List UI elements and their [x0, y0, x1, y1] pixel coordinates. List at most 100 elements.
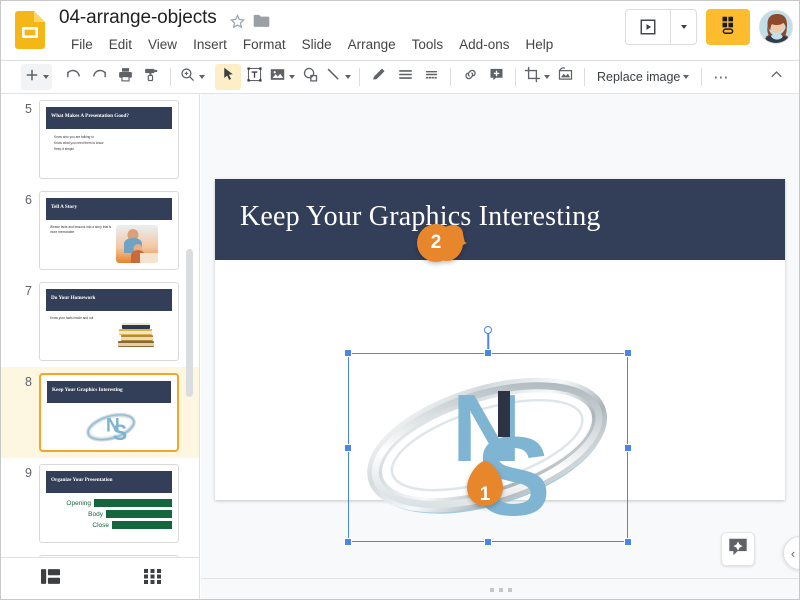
grid-view-button[interactable]: [135, 564, 169, 594]
main-toolbar: Replace image ⋯: [1, 61, 799, 94]
chevron-left-icon: ‹: [790, 545, 796, 561]
explore-button[interactable]: [721, 532, 755, 566]
filmstrip-footer: [1, 557, 200, 599]
redo-button[interactable]: [86, 64, 112, 90]
insert-link-button[interactable]: [457, 64, 483, 90]
present-button-group: [625, 9, 697, 45]
resize-handle-n[interactable]: [484, 349, 492, 357]
zoom-button[interactable]: [177, 64, 207, 90]
share-button[interactable]: [706, 9, 750, 45]
user-avatar[interactable]: [759, 10, 793, 44]
more-options-button[interactable]: ⋯: [708, 64, 734, 90]
slide-thumbnail[interactable]: Tell A Story Weave facts and lessons int…: [39, 191, 179, 270]
mask-image-button[interactable]: [552, 64, 578, 90]
speaker-notes-drag-bar[interactable]: [201, 578, 799, 599]
replace-image-button[interactable]: Replace image: [591, 65, 695, 89]
slide-thumbnail[interactable]: What Makes A Presentation Good? Know who…: [39, 100, 179, 179]
chevron-down-icon[interactable]: [544, 75, 550, 79]
line-spacing-button[interactable]: [418, 64, 444, 90]
slide-thumbnail[interactable]: Organize Your Presentation Opening Body …: [39, 464, 179, 543]
resize-handle-se[interactable]: [624, 538, 632, 546]
app-header: 04-arrange-objects File Edit View Insert…: [1, 1, 799, 61]
menu-view[interactable]: View: [140, 35, 185, 54]
menu-file[interactable]: File: [63, 35, 101, 54]
menu-arrange[interactable]: Arrange: [340, 35, 404, 54]
paint-format-button[interactable]: [138, 64, 164, 90]
crop-image-button[interactable]: [522, 64, 552, 90]
collapse-toolbar-button[interactable]: [763, 64, 789, 90]
thumb-title-bar: What Makes A Presentation Good?: [46, 107, 172, 129]
toolbar-divider: [450, 68, 451, 86]
bar-label: Opening: [66, 499, 91, 507]
rotation-handle[interactable]: [484, 326, 492, 334]
chevron-down-icon[interactable]: [199, 75, 205, 79]
chevron-down-icon[interactable]: [289, 75, 295, 79]
collapse-side-panel-button[interactable]: ‹: [783, 536, 799, 570]
bar-label: Body: [88, 510, 103, 518]
add-comment-button[interactable]: [483, 64, 509, 90]
menu-slide[interactable]: Slide: [294, 35, 340, 54]
thumb-title: What Makes A Presentation Good?: [51, 113, 130, 119]
slide-number: 8: [25, 375, 32, 389]
menu-help[interactable]: Help: [517, 35, 561, 54]
toolbar-divider: [515, 68, 516, 86]
new-slide-button[interactable]: [21, 64, 52, 90]
filmstrip-slide-next[interactable]: [1, 549, 199, 557]
filmstrip-slide-5[interactable]: 5 What Makes A Presentation Good? Know w…: [1, 94, 199, 185]
filmstrip-slide-9[interactable]: 9 Organize Your Presentation Opening Bod…: [1, 458, 199, 549]
undo-button[interactable]: [60, 64, 86, 90]
resize-handle-nw[interactable]: [344, 349, 352, 357]
menu-add-ons[interactable]: Add-ons: [451, 35, 517, 54]
menu-insert[interactable]: Insert: [185, 35, 235, 54]
shape-button[interactable]: [297, 64, 323, 90]
line-button[interactable]: [323, 64, 353, 90]
filmstrip-slide-6[interactable]: 6 Tell A Story Weave facts and lessons i…: [1, 185, 199, 276]
resize-handle-e[interactable]: [624, 443, 632, 452]
sidebar-scrollbar-track[interactable]: [186, 94, 196, 557]
resize-handle-w[interactable]: [344, 443, 352, 452]
text-box-button[interactable]: [241, 64, 267, 90]
slide-editor-canvas[interactable]: Keep Your Graphics Interesting N S 2 1 ‹: [201, 94, 799, 578]
print-button[interactable]: [112, 64, 138, 90]
menu-edit[interactable]: Edit: [101, 35, 140, 54]
replace-image-label: Replace image: [597, 70, 681, 84]
chevron-down-icon[interactable]: [345, 75, 351, 79]
svg-text:S: S: [113, 420, 128, 445]
align-lines-icon: [397, 66, 414, 88]
filmstrip-slide-8[interactable]: 8 Keep Your Graphics Interesting N S: [1, 367, 199, 458]
chevron-down-icon[interactable]: [670, 10, 696, 44]
star-outline-icon[interactable]: [229, 13, 246, 30]
shape-icon: [302, 66, 319, 88]
filmstrip-slide-7[interactable]: 7 Do Your Homework Know your facts insid…: [1, 276, 199, 367]
current-slide[interactable]: Keep Your Graphics Interesting N S: [215, 179, 785, 546]
sidebar-scrollbar-thumb[interactable]: [186, 249, 193, 397]
align-button[interactable]: [392, 64, 418, 90]
slide-thumbnail[interactable]: Keep Your Graphics Interesting N S: [39, 373, 179, 452]
ns-logo-image: N S: [81, 407, 141, 447]
slide-filmstrip-panel[interactable]: 5 What Makes A Presentation Good? Know w…: [1, 94, 200, 557]
thumb-bullet-list: Know who you are talking to Know what yo…: [54, 135, 103, 153]
chevron-down-icon[interactable]: [43, 75, 49, 79]
insert-image-button[interactable]: [267, 64, 297, 90]
resize-handle-s[interactable]: [484, 538, 492, 546]
resize-handle-ne[interactable]: [624, 349, 632, 357]
callout-badge-1: 1: [465, 461, 505, 506]
resize-handle-sw[interactable]: [344, 538, 352, 546]
thumb-title: Organize Your Presentation: [51, 477, 113, 483]
menu-tools[interactable]: Tools: [404, 35, 452, 54]
document-title[interactable]: 04-arrange-objects: [59, 7, 217, 29]
bar-shape: [112, 521, 172, 529]
callout-number: 2: [430, 232, 442, 253]
select-tool-button[interactable]: [215, 64, 241, 90]
menu-format[interactable]: Format: [235, 35, 294, 54]
notes-drag-handle[interactable]: [489, 587, 512, 592]
present-play-icon[interactable]: [626, 10, 670, 44]
list-item: Know what you need them to know: [54, 141, 104, 145]
folder-icon[interactable]: [253, 13, 270, 30]
slide-thumbnail[interactable]: Do Your Homework Know your facts inside …: [39, 282, 179, 361]
pen-button[interactable]: [366, 64, 392, 90]
filmstrip-view-button[interactable]: [33, 564, 67, 594]
chevron-down-icon: [683, 75, 690, 79]
plus-icon: [24, 67, 40, 88]
printer-icon: [117, 66, 134, 88]
